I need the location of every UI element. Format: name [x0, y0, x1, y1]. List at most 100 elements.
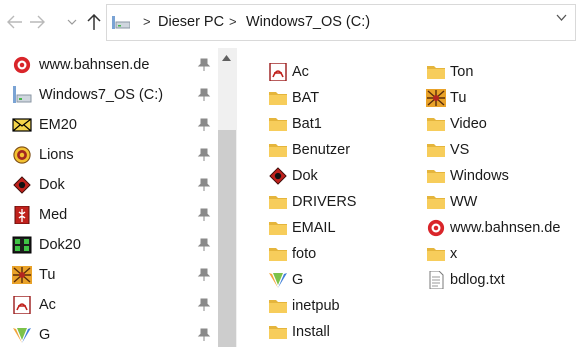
- chevron-down-icon: [556, 14, 567, 21]
- address-bar[interactable]: > Dieser PC > Windows7_OS (C:): [106, 4, 576, 41]
- nav-item-label: Dok: [39, 177, 65, 193]
- dok-app-icon: [269, 167, 287, 185]
- file-label: bdlog.txt: [450, 272, 505, 288]
- nav-scrollbar-thumb[interactable]: [218, 130, 236, 347]
- file-label: Windows: [450, 168, 509, 184]
- nav-item-dok20[interactable]: Dok20: [0, 232, 218, 258]
- file-label: Ton: [450, 64, 474, 80]
- folder-icon: [427, 196, 445, 209]
- navigation-bar: > Dieser PC > Windows7_OS (C:): [0, 0, 580, 48]
- med-app-icon: [14, 206, 30, 224]
- nav-item-label: Windows7_OS (C:): [39, 87, 164, 103]
- breadcrumb-separator[interactable]: >: [143, 14, 151, 29]
- file-label: WW: [450, 194, 478, 210]
- nav-item-label: Dok20: [39, 237, 81, 253]
- pin-icon[interactable]: [197, 118, 211, 132]
- file-label: www.bahnsen.de: [450, 220, 561, 236]
- tu-app-icon: [426, 89, 446, 107]
- file-label: Video: [450, 116, 487, 132]
- chevron-down-icon: [67, 19, 77, 25]
- nav-item-windows7-os[interactable]: Windows7_OS (C:): [0, 82, 218, 108]
- breadcrumb-this-pc[interactable]: Dieser PC: [158, 14, 224, 30]
- nav-item-label: EM20: [39, 117, 77, 133]
- file-label: EMAIL: [292, 220, 336, 236]
- nav-item-label: Ac: [39, 297, 56, 313]
- pin-icon[interactable]: [197, 268, 211, 282]
- nav-item-dok[interactable]: Dok: [0, 172, 218, 198]
- file-list: Ac BAT Bat1 Benutzer Dok DRIVERS EMAIL f…: [237, 48, 580, 347]
- nav-item-med[interactable]: Med: [0, 202, 218, 228]
- recent-locations-button[interactable]: [60, 10, 84, 34]
- up-button[interactable]: [82, 10, 106, 34]
- arrow-right-icon: [30, 15, 45, 29]
- file-label: G: [292, 272, 304, 288]
- drive-icon: [13, 86, 32, 103]
- folder-icon: [269, 144, 287, 157]
- nav-item-tu[interactable]: Tu: [0, 262, 218, 288]
- g-app-icon: [13, 328, 31, 343]
- nav-item-ac[interactable]: Ac: [0, 292, 218, 318]
- this-pc-icon: [112, 16, 130, 29]
- pin-icon[interactable]: [197, 178, 211, 192]
- lions-logo-icon: [13, 146, 31, 164]
- pin-icon[interactable]: [197, 148, 211, 162]
- file-label: x: [450, 246, 458, 262]
- file-label: Install: [292, 324, 330, 340]
- envelope-icon: [12, 118, 32, 132]
- pin-icon[interactable]: [197, 58, 211, 72]
- folder-icon: [427, 144, 445, 157]
- file-label: VS: [450, 142, 470, 158]
- pin-icon[interactable]: [197, 298, 211, 312]
- folder-icon: [427, 170, 445, 183]
- pin-icon[interactable]: [197, 88, 211, 102]
- folder-icon: [269, 118, 287, 131]
- folder-icon: [269, 196, 287, 209]
- bahnsen-logo-icon: [427, 219, 445, 237]
- back-button[interactable]: [3, 10, 27, 34]
- caret-up-icon: [222, 55, 231, 61]
- folder-icon: [269, 300, 287, 313]
- nav-item-bahnsen[interactable]: www.bahnsen.de: [0, 52, 218, 78]
- file-label: Tu: [450, 90, 467, 106]
- bahnsen-logo-icon: [13, 56, 31, 74]
- acrobat-icon: [269, 63, 287, 81]
- tu-app-icon: [12, 266, 32, 284]
- nav-item-label: www.bahnsen.de: [39, 57, 150, 73]
- pin-icon[interactable]: [197, 208, 211, 222]
- acrobat-icon: [13, 296, 31, 314]
- nav-item-em20[interactable]: EM20: [0, 112, 218, 138]
- nav-item-label: G: [39, 327, 51, 343]
- pin-icon[interactable]: [197, 238, 211, 252]
- nav-item-label: Tu: [39, 267, 56, 283]
- folder-icon: [269, 222, 287, 235]
- text-file-icon: [429, 271, 444, 289]
- nav-item-lions[interactable]: Lions: [0, 142, 218, 168]
- file-label: Dok: [292, 168, 318, 184]
- arrow-left-icon: [7, 15, 22, 29]
- file-label: foto: [292, 246, 317, 262]
- scroll-up-button[interactable]: [222, 55, 231, 61]
- nav-item-g[interactable]: G: [0, 322, 218, 347]
- g-app-icon: [269, 273, 287, 288]
- file-label: Benutzer: [292, 142, 351, 158]
- address-dropdown-button[interactable]: [556, 14, 567, 21]
- file-label: BAT: [292, 90, 320, 106]
- arrow-up-icon: [87, 13, 101, 30]
- breadcrumb-separator[interactable]: >: [229, 14, 237, 29]
- file-label: Bat1: [292, 116, 322, 132]
- breadcrumb-drive-c[interactable]: Windows7_OS (C:): [246, 14, 370, 30]
- folder-icon: [427, 66, 445, 79]
- dok20-app-icon: [12, 236, 32, 254]
- pin-icon[interactable]: [197, 328, 211, 342]
- folder-icon: [427, 248, 445, 261]
- folder-icon: [269, 326, 287, 339]
- nav-item-label: Med: [39, 207, 68, 223]
- dok-app-icon: [13, 176, 31, 194]
- folder-icon: [427, 118, 445, 131]
- navigation-pane: www.bahnsen.de Windows7_OS (C:) EM20 Lio…: [0, 48, 236, 347]
- folder-icon: [269, 92, 287, 105]
- file-label: DRIVERS: [292, 194, 357, 210]
- nav-item-label: Lions: [39, 147, 74, 163]
- folder-icon: [269, 248, 287, 261]
- forward-button[interactable]: [25, 10, 49, 34]
